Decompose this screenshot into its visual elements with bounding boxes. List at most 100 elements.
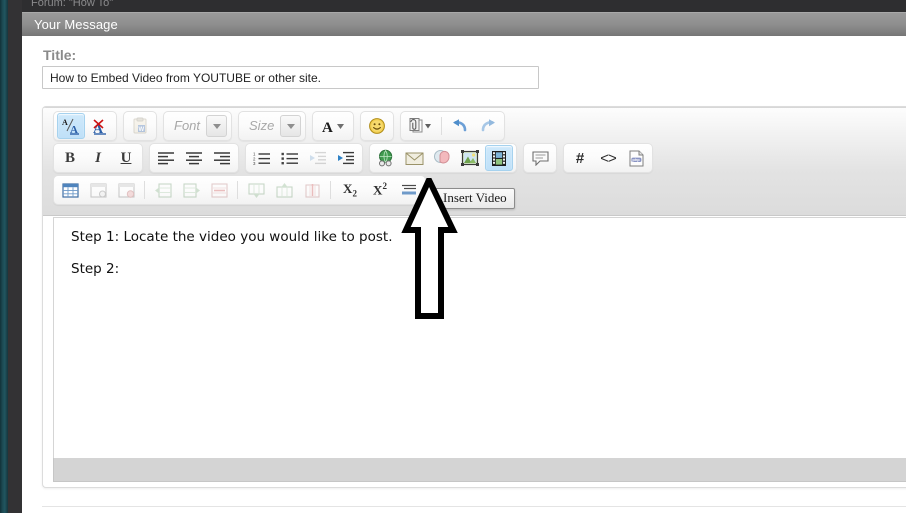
underline-button[interactable]: U (113, 146, 139, 170)
toolbar-separator (237, 181, 238, 199)
insert-anchor-button[interactable] (429, 146, 455, 170)
delete-table-button[interactable] (113, 178, 139, 202)
php-page-icon: php (629, 150, 643, 166)
form-bottom-divider (42, 506, 906, 507)
toolbar-group-paste: W (123, 111, 157, 141)
svg-text:A: A (62, 118, 68, 127)
insert-php-button[interactable]: php (623, 146, 649, 170)
undo-button[interactable] (447, 114, 473, 138)
delete-column-button[interactable] (299, 178, 325, 202)
toolbar-group-font-size: Size (238, 111, 307, 141)
svg-text:A: A (322, 120, 333, 135)
insert-row-after-button[interactable] (178, 178, 204, 202)
table-icon (61, 182, 79, 198)
bold-button[interactable]: B (57, 146, 83, 170)
toolbar-group-insert-media (369, 143, 517, 173)
toolbar-group-alignment (149, 143, 239, 173)
insert-column-after-button[interactable] (271, 178, 297, 202)
chevron-down-icon (280, 115, 302, 137)
breadcrumb: Forum: "How To" (31, 0, 114, 9)
unordered-list-button[interactable] (277, 146, 303, 170)
rich-text-editor: A A A W Font Size A B I U 1 2 3 # <> php… (42, 106, 906, 488)
toolbar-group-code: # <> php (563, 143, 653, 173)
text-color-icon: A (322, 120, 345, 135)
document-line: Step 2: (71, 261, 120, 277)
svg-text:php: php (632, 157, 640, 162)
arrow-undo-icon (453, 119, 467, 132)
editor-content-area[interactable]: Step 1: Locate the video you would like … (53, 217, 906, 459)
text-color-button[interactable]: A (316, 114, 350, 138)
svg-text:3: 3 (253, 161, 256, 165)
superscript-button[interactable]: X2 (366, 178, 394, 202)
toolbar-separator (144, 181, 145, 199)
speech-bubble-icon (531, 151, 549, 166)
align-left-button[interactable] (153, 146, 179, 170)
redo-button[interactable] (475, 114, 501, 138)
row-delete-icon (210, 182, 228, 198)
apply-formatting-button[interactable]: A A (57, 113, 85, 139)
emoticon-button[interactable] (364, 114, 390, 138)
column-insert-before-icon (247, 182, 265, 198)
toolbar-separator (441, 117, 443, 135)
hash-icon: # (575, 149, 585, 167)
bold-icon: B (64, 149, 75, 166)
insert-link-button[interactable] (373, 146, 399, 170)
align-right-button[interactable] (209, 146, 235, 170)
align-left-icon (158, 152, 174, 165)
outdent-button[interactable] (305, 146, 331, 170)
insert-quote-button[interactable] (527, 146, 553, 170)
a-over-a-icon: A A (62, 118, 79, 135)
underline-icon: U (120, 149, 132, 166)
toolbar-row-1: A A A W Font Size A (53, 110, 511, 142)
clipboard-word-icon: W (133, 117, 147, 134)
table-properties-button[interactable] (85, 178, 111, 202)
forum-post-editor-page: Forum: "How To" Your Message Title: A (0, 0, 906, 513)
font-size-value: Size (249, 118, 275, 133)
toolbar-group-lists: 1 2 3 (245, 143, 363, 173)
title-field-label: Title: (43, 47, 77, 63)
smiley-icon (369, 118, 386, 134)
insert-heading-button[interactable]: # (567, 146, 593, 170)
editor-document: Step 1: Locate the video you would like … (68, 228, 906, 279)
italic-button[interactable]: I (85, 146, 111, 170)
align-center-button[interactable] (181, 146, 207, 170)
attachment-button[interactable] (404, 114, 436, 138)
indent-button[interactable] (333, 146, 359, 170)
delete-row-button[interactable] (206, 178, 232, 202)
subscript-button[interactable]: X2 (336, 178, 364, 202)
align-right-icon (214, 152, 230, 165)
tooltip-insert-video: Insert Video (435, 188, 515, 209)
paste-from-word-button[interactable]: W (127, 114, 153, 138)
column-insert-after-icon (275, 182, 293, 198)
a-strikethrough-icon: A (93, 119, 106, 135)
ordered-list-button[interactable]: 1 2 3 (249, 146, 275, 170)
row-insert-after-icon (182, 182, 200, 198)
remove-formatting-button[interactable]: A (87, 114, 113, 138)
attachment-pages-icon (409, 118, 432, 133)
table-properties-icon (89, 182, 107, 198)
insert-image-button[interactable] (457, 146, 483, 170)
superscript-icon: X2 (373, 181, 387, 198)
insert-table-button[interactable] (57, 178, 83, 202)
list-numbered-icon: 1 2 3 (253, 152, 270, 165)
table-delete-icon (117, 182, 135, 198)
arrow-redo-icon (482, 119, 496, 132)
font-family-select[interactable]: Font (168, 114, 228, 138)
insert-email-button[interactable] (401, 146, 427, 170)
insert-column-before-button[interactable] (243, 178, 269, 202)
toolbar-group-formatting: A A A (53, 111, 117, 141)
font-size-select[interactable]: Size (243, 114, 302, 138)
picture-tree-icon (461, 150, 479, 166)
toolbar-group-emoticon (360, 111, 395, 141)
anchor-flag-icon (434, 150, 450, 164)
svg-text:W: W (139, 127, 145, 133)
insert-video-button[interactable] (485, 145, 513, 171)
column-delete-icon (304, 183, 320, 198)
toolbar-separator (330, 181, 331, 199)
document-line: Step 1: Locate the video you would like … (71, 229, 393, 245)
document-blank-line (68, 247, 906, 260)
insert-code-button[interactable]: <> (595, 146, 621, 170)
horizontal-rule-button[interactable] (396, 178, 422, 202)
title-input[interactable] (42, 66, 539, 89)
insert-row-before-button[interactable] (150, 178, 176, 202)
